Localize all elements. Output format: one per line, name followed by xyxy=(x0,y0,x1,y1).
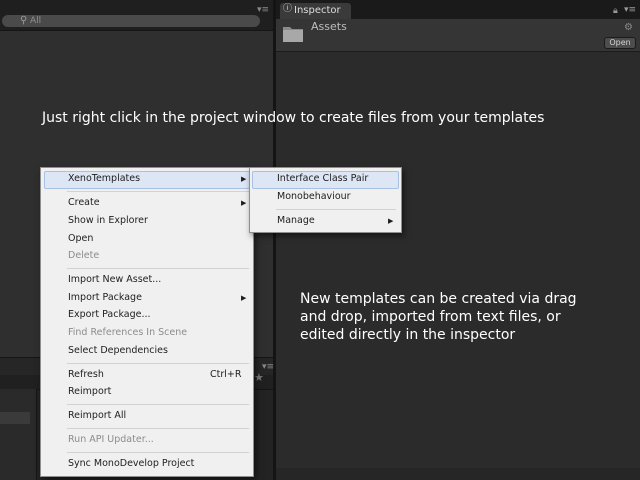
triangle-right-icon: ▶ xyxy=(241,294,247,302)
menu-item-manage[interactable]: Manage xyxy=(277,214,315,228)
triangle-right-icon: ▶ xyxy=(388,217,394,225)
menu-item-run-api-updater[interactable]: Run API Updater... xyxy=(68,433,154,447)
console-selected-row[interactable] xyxy=(0,412,30,424)
triangle-right-icon: ▶ xyxy=(241,175,247,183)
menu-separator xyxy=(67,452,249,453)
menu-item-export-package[interactable]: Export Package... xyxy=(68,308,151,322)
menu-separator xyxy=(67,404,249,405)
search-placeholder: All xyxy=(30,16,42,26)
menu-separator xyxy=(67,268,249,269)
menu-item-delete[interactable]: Delete xyxy=(68,249,99,263)
inspector-tab-label: Inspector xyxy=(294,5,341,16)
menu-separator xyxy=(276,209,396,210)
menu-item-refresh[interactable]: Refresh xyxy=(68,368,104,382)
context-menu: XenoTemplates ▶ Create ▶ Show in Explore… xyxy=(40,167,254,477)
info-icon: ⓘ xyxy=(283,4,293,14)
caption-right-click: Just right click in the project window t… xyxy=(42,110,545,126)
menu-item-monobehaviour[interactable]: Monobehaviour xyxy=(277,190,351,204)
inspector-panel[interactable] xyxy=(276,0,640,480)
lock-icon[interactable]: 🔒︎ xyxy=(613,6,618,16)
triangle-right-icon: ▶ xyxy=(241,199,247,207)
xenotemplates-submenu: Interface Class Pair Monobehaviour Manag… xyxy=(249,167,402,233)
menu-item-xenotemplates[interactable]: XenoTemplates xyxy=(68,172,140,186)
menu-item-show-in-explorer[interactable]: Show in Explorer xyxy=(68,214,148,228)
panel-menu-icon[interactable]: ▾≡ xyxy=(262,362,274,372)
panel-menu-icon[interactable]: ▾≡ xyxy=(257,5,269,15)
inspector-footer xyxy=(276,468,640,480)
menu-item-find-references[interactable]: Find References In Scene xyxy=(68,326,187,340)
caption-templates-line2: and drop, imported from text files, or xyxy=(300,309,561,325)
menu-item-reimport-all[interactable]: Reimport All xyxy=(68,409,126,423)
star-icon[interactable]: ★ xyxy=(254,371,264,384)
menu-item-open[interactable]: Open xyxy=(68,232,93,246)
panel-menu-icon[interactable]: ▾≡ xyxy=(624,5,636,15)
refresh-shortcut: Ctrl+R xyxy=(210,369,242,380)
caption-templates-line1: New templates can be created via drag xyxy=(300,291,577,307)
open-button[interactable]: Open xyxy=(604,37,636,49)
menu-separator xyxy=(67,191,249,192)
gear-icon[interactable]: ⚙ xyxy=(624,22,633,33)
menu-item-import-package[interactable]: Import Package xyxy=(68,291,142,305)
folder-icon xyxy=(282,22,304,44)
console-tree-column xyxy=(0,389,37,480)
menu-item-reimport[interactable]: Reimport xyxy=(68,385,111,399)
menu-item-create[interactable]: Create xyxy=(68,196,100,210)
menu-item-sync-monodevelop[interactable]: Sync MonoDevelop Project xyxy=(68,457,194,471)
caption-templates-line3: edited directly in the inspector xyxy=(300,327,516,343)
menu-separator xyxy=(67,428,249,429)
menu-separator xyxy=(67,363,249,364)
menu-item-import-new-asset[interactable]: Import New Asset... xyxy=(68,273,161,287)
menu-item-interface-class-pair[interactable]: Interface Class Pair xyxy=(277,172,368,186)
inspector-title: Assets xyxy=(311,20,347,33)
menu-item-select-dependencies[interactable]: Select Dependencies xyxy=(68,344,168,358)
